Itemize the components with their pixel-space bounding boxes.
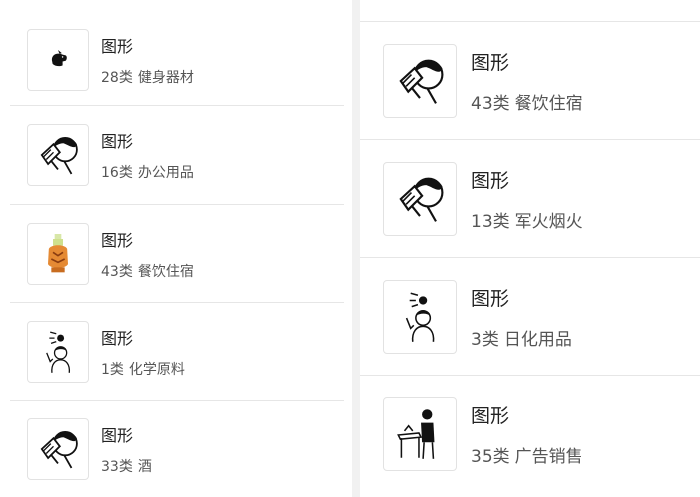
thumbnail [27, 29, 89, 91]
item-subtitle: 13类 军火烟火 [471, 207, 583, 232]
item-title: 图形 [471, 287, 510, 310]
item-count: 1类 [101, 361, 124, 378]
person-drinking-icon [31, 422, 85, 476]
item-title: 图形 [471, 404, 510, 427]
item-count: 28类 [101, 70, 133, 86]
item-count: 33类 [101, 459, 133, 475]
item-category: 办公用品 [137, 165, 194, 181]
item-title: 图形 [101, 426, 134, 445]
column-divider [352, 0, 360, 497]
list-item[interactable]: 图形 13类 军火烟火 [360, 140, 700, 257]
thumbnail [27, 222, 89, 285]
thumbnail [383, 396, 457, 471]
item-subtitle: 43类 餐饮住宿 [101, 261, 194, 281]
item-title: 图形 [471, 51, 510, 74]
item-count: 16类 [101, 165, 133, 181]
item-count: 3类 [471, 329, 499, 350]
right-column: 图形 43类 餐饮住宿 图形 13类 军火烟火 图形 3类 日化用品 图形 35类 广告… [360, 0, 700, 497]
person-drinking-icon [388, 167, 452, 231]
thumbnail [383, 43, 457, 118]
item-title: 图形 [101, 37, 134, 56]
list-item[interactable]: 图形 3类 日化用品 [360, 258, 700, 375]
thumbnail [383, 161, 457, 236]
item-category: 军火烟火 [514, 211, 583, 232]
item-count: 13类 [471, 211, 510, 232]
thumbnail [27, 124, 89, 186]
item-category: 日化用品 [503, 329, 572, 350]
item-subtitle: 43类 餐饮住宿 [471, 89, 583, 114]
item-subtitle: 1类 化学原料 [101, 359, 185, 379]
list-item[interactable]: 图形 1类 化学原料 [0, 303, 352, 400]
item-count: 43类 [101, 263, 133, 280]
item-subtitle: 28类 健身器材 [101, 67, 194, 87]
item-category: 餐饮住宿 [137, 263, 194, 280]
list-item[interactable]: 图形 28类 健身器材 [0, 14, 352, 106]
thumbnail [27, 320, 89, 383]
person-drinking-icon [31, 128, 85, 182]
item-count: 43类 [471, 93, 510, 114]
person-drinking-icon [388, 49, 452, 113]
person-table-icon [389, 403, 451, 465]
list-item[interactable]: 图形 43类 餐饮住宿 [360, 22, 700, 139]
item-subtitle: 33类酒 [101, 456, 152, 476]
left-column: 图形 28类 健身器材 图形 16类 办公用品 图形 43类 餐饮住宿 图形 1类 化学… [0, 0, 352, 497]
item-subtitle: 16类 办公用品 [101, 162, 194, 182]
item-category: 化学原料 [128, 361, 185, 378]
thumbnail [383, 279, 457, 354]
item-title: 图形 [471, 169, 510, 192]
list-item[interactable]: 图形 16类 办公用品 [0, 106, 352, 204]
list-item[interactable]: 图形 43类 餐饮住宿 [0, 205, 352, 302]
item-category: 广告销售 [514, 446, 583, 467]
item-title: 图形 [101, 132, 134, 151]
item-category: 健身器材 [137, 70, 194, 86]
thumbnail [27, 418, 89, 480]
item-title: 图形 [101, 230, 134, 250]
item-subtitle: 3类 日化用品 [471, 325, 572, 350]
item-subtitle: 35类 广告销售 [471, 442, 583, 467]
item-category: 酒 [137, 459, 152, 475]
item-category: 餐饮住宿 [514, 93, 583, 114]
item-title: 图形 [101, 328, 134, 348]
person-thinking-icon [32, 326, 84, 378]
bottle-tiger-icon [33, 229, 83, 279]
dog-icon [35, 37, 81, 83]
list-item[interactable]: 图形 35类 广告销售 [360, 376, 700, 491]
person-thinking-icon [389, 286, 451, 348]
item-count: 35类 [471, 446, 510, 467]
list-item[interactable]: 图形 33类酒 [0, 401, 352, 497]
